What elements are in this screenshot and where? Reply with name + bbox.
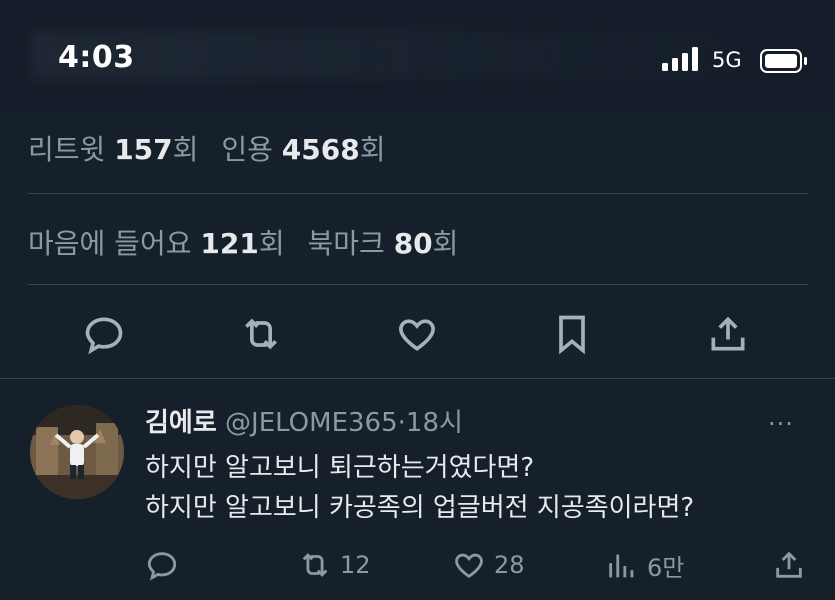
retweets-suffix: 회 xyxy=(172,133,199,166)
bookmark-icon xyxy=(559,315,585,355)
like-button[interactable] xyxy=(393,310,441,358)
views-icon xyxy=(609,554,634,577)
bookmarks-count: 80 xyxy=(393,227,433,260)
like-count: 28 xyxy=(494,551,525,579)
stats-row-1: 리트윗 157회 인용 4568회 xyxy=(28,128,399,168)
reply-icon xyxy=(85,317,123,355)
reply-timestamp[interactable]: ·18시 xyxy=(398,408,463,438)
share-button[interactable] xyxy=(704,310,752,358)
likes-stat[interactable]: 마음에 들어요 121회 xyxy=(28,227,285,260)
likes-label: 마음에 들어요 xyxy=(28,227,192,260)
likes-count: 121 xyxy=(200,227,259,260)
share-icon xyxy=(711,316,745,351)
reply-text-line-2: 하지만 알고보니 카공족의 업글버전 지공족이라면? xyxy=(145,493,695,523)
reply-retweet-button[interactable]: 12 xyxy=(298,548,371,582)
retweets-label: 리트윗 xyxy=(28,133,106,166)
bookmarks-label: 북마크 xyxy=(307,227,385,260)
likes-suffix: 회 xyxy=(258,227,285,260)
retweet-icon xyxy=(245,318,277,350)
status-time: 4:03 xyxy=(58,40,135,75)
bookmarks-stat[interactable]: 북마크 80회 xyxy=(308,227,459,260)
retweet-button[interactable] xyxy=(237,310,285,358)
more-options-icon[interactable]: ··· xyxy=(768,410,794,438)
quotes-label: 인용 xyxy=(221,133,273,166)
divider xyxy=(28,284,808,285)
reply-text-line-1: 하지만 알고보니 퇴근하는거였다면? xyxy=(145,453,535,483)
retweets-stat[interactable]: 리트윗 157회 xyxy=(28,133,198,166)
quotes-suffix: 회 xyxy=(359,133,386,166)
reply-button[interactable] xyxy=(80,310,128,358)
reply-icon xyxy=(147,552,177,581)
battery-icon xyxy=(760,49,810,77)
avatar[interactable] xyxy=(30,405,124,499)
retweet-count: 12 xyxy=(340,551,371,579)
network-type: 5G xyxy=(712,48,742,72)
quotes-count: 4568 xyxy=(281,133,360,166)
reply-author-handle[interactable]: @JELOME365 xyxy=(225,408,398,438)
divider xyxy=(0,378,835,379)
share-icon xyxy=(776,551,802,578)
like-icon xyxy=(399,319,435,351)
divider xyxy=(28,193,808,194)
reply-share-button[interactable] xyxy=(772,548,806,582)
retweets-count: 157 xyxy=(114,133,173,166)
reply-author-name[interactable]: 김에로 xyxy=(145,408,217,438)
reply-reply-button[interactable] xyxy=(145,548,179,582)
stats-row-2: 마음에 들어요 121회 북마크 80회 xyxy=(28,222,472,262)
reply-views-button[interactable]: 6만 xyxy=(605,548,684,583)
bookmark-button[interactable] xyxy=(548,310,596,358)
retweet-icon xyxy=(302,553,328,577)
like-icon xyxy=(455,553,483,579)
signal-icon xyxy=(662,47,704,75)
bookmarks-suffix: 회 xyxy=(432,227,459,260)
reply-header: 김에로 @JELOME365·18시 xyxy=(145,402,463,439)
blurred-header xyxy=(30,30,730,80)
views-count: 6만 xyxy=(647,554,685,582)
quotes-stat[interactable]: 인용 4568회 xyxy=(221,133,385,166)
reply-like-button[interactable]: 28 xyxy=(452,548,525,582)
